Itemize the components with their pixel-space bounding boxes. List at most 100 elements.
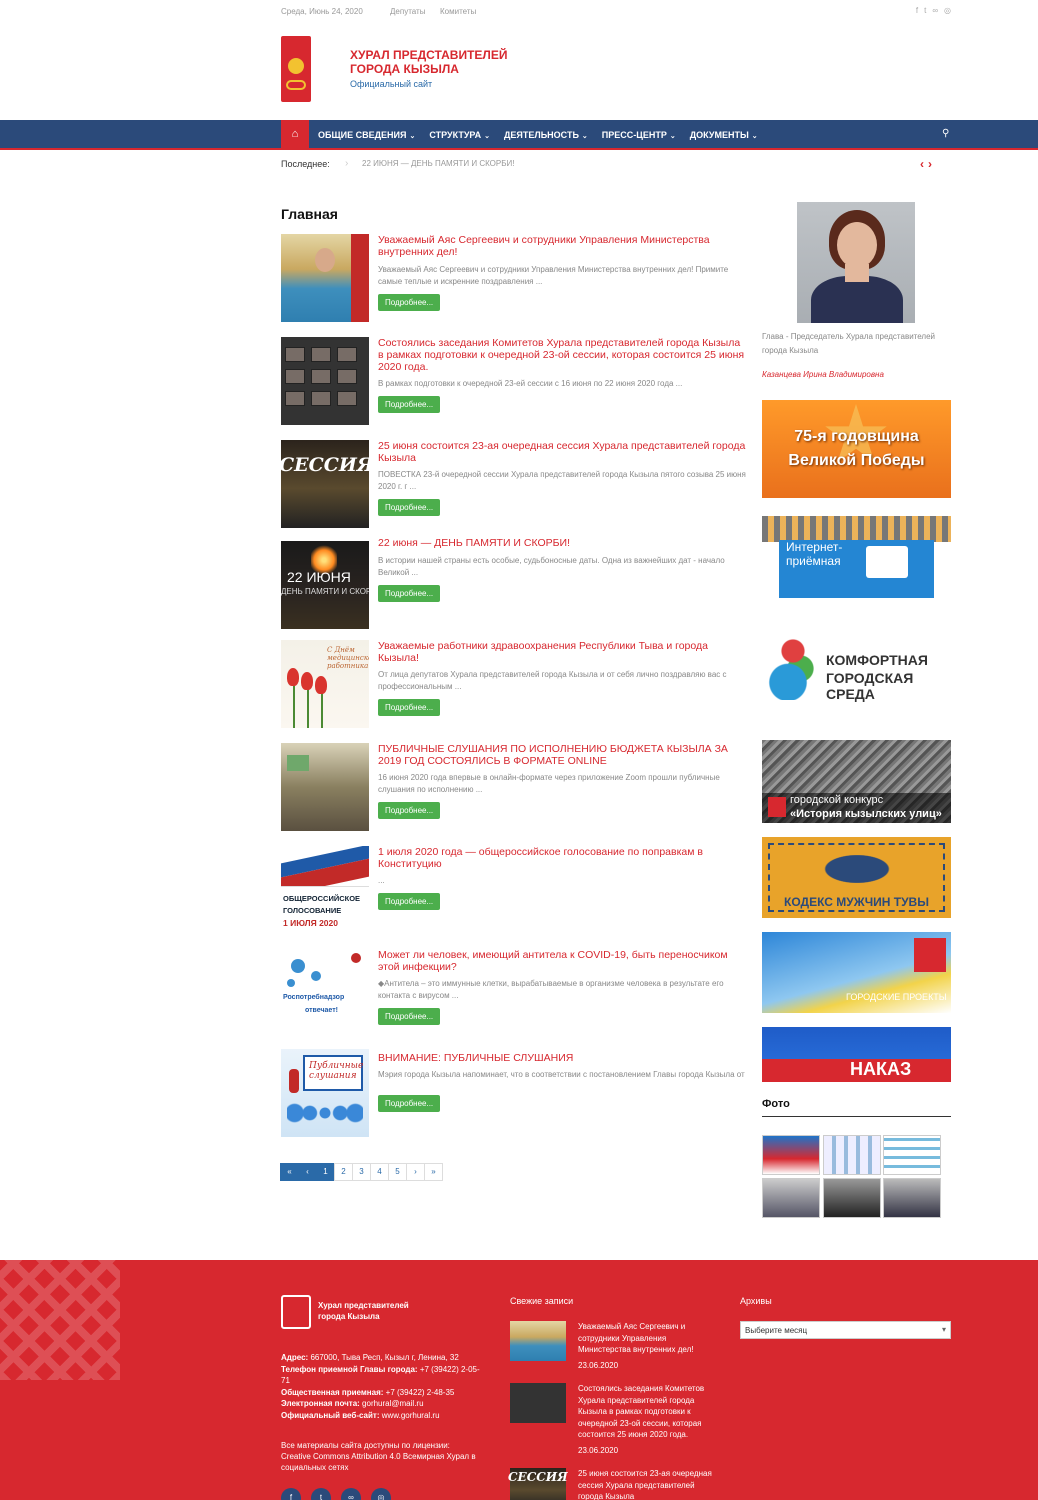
- pager-next[interactable]: ›: [406, 1163, 425, 1181]
- post-excerpt: В истории нашей страны есть особые, судь…: [378, 556, 725, 577]
- post-title[interactable]: Состоялись заседания Комитетов Хурала пр…: [378, 337, 748, 373]
- post-thumbnail[interactable]: [281, 743, 369, 831]
- read-more-button[interactable]: Подробнее...: [378, 294, 441, 311]
- post-thumbnail[interactable]: ОБЩЕРОССИЙСКОЕ ГОЛОСОВАНИЕ 1 ИЮЛЯ 2020: [281, 846, 369, 934]
- pager-page-1[interactable]: 1: [316, 1163, 335, 1181]
- top-link-committees[interactable]: Комитеты: [440, 7, 476, 16]
- banner-victory-75[interactable]: 75-я годовщина Великой Победы: [762, 400, 951, 498]
- post-title[interactable]: 22 июня — ДЕНЬ ПАМЯТИ И СКОРБИ!: [378, 537, 748, 549]
- recent-posts-title: Свежие записи: [510, 1296, 574, 1306]
- post-title[interactable]: ВНИМАНИЕ: ПУБЛИЧНЫЕ СЛУШАНИЯ: [378, 1052, 748, 1064]
- recent-post-title[interactable]: 25 июня состоится 23-ая очередная сессия…: [578, 1468, 718, 1500]
- post-thumbnail[interactable]: [281, 234, 369, 322]
- banner-internet-reception[interactable]: Интернет- приёмная: [762, 516, 951, 598]
- post-thumbnail[interactable]: [281, 337, 369, 425]
- post-excerpt: От лица депутатов Хурала представителей …: [378, 670, 727, 691]
- recent-post-date: 23.06.2020: [578, 1446, 619, 1455]
- ticker-nav[interactable]: ‹›: [920, 157, 936, 171]
- post-excerpt: Уважаемый Аяс Сергеевич и сотрудники Упр…: [378, 265, 729, 286]
- latest-headline[interactable]: 22 ИЮНЯ — ДЕНЬ ПАМЯТИ И СКОРБИ!: [362, 159, 514, 168]
- divider: [762, 1116, 951, 1117]
- top-social-icons: f t ∞ ◎: [916, 6, 951, 15]
- nav-item-press[interactable]: ПРЕСС-ЦЕНТР ⌄: [602, 130, 676, 140]
- nav-item-documents[interactable]: ДОКУМЕНТЫ ⌄: [690, 130, 758, 140]
- gallery-thumb[interactable]: [883, 1135, 941, 1175]
- read-more-button[interactable]: Подробнее...: [378, 499, 441, 516]
- pagination: « ‹ 1 2 3 4 5 › »: [280, 1163, 443, 1181]
- footer-license: Все материалы сайта доступны по лицензии…: [281, 1441, 476, 1472]
- pager-page-4[interactable]: 4: [370, 1163, 389, 1181]
- post-title[interactable]: 25 июня состоится 23-ая очередная сессия…: [378, 440, 748, 464]
- recent-post-thumb[interactable]: [510, 1321, 566, 1361]
- recent-post-thumb[interactable]: [510, 1383, 566, 1423]
- footer-logo[interactable]: [281, 1295, 311, 1329]
- gallery-thumb[interactable]: [762, 1135, 820, 1175]
- banner-street-history[interactable]: городской конкурс «История кызылских ули…: [762, 740, 951, 823]
- pager-first[interactable]: «: [280, 1163, 299, 1181]
- facebook-icon[interactable]: f: [916, 6, 918, 15]
- post-title[interactable]: ПУБЛИЧНЫЕ СЛУШАНИЯ ПО ИСПОЛНЕНИЮ БЮДЖЕТА…: [378, 743, 748, 767]
- read-more-button[interactable]: Подробнее...: [378, 1008, 441, 1025]
- post-item: Роспотребнадзор отвечает! Может ли челове…: [281, 949, 751, 1039]
- archives-title: Архивы: [740, 1296, 772, 1306]
- post-thumbnail[interactable]: С Днём медицинского работника: [281, 640, 369, 728]
- gallery-thumb[interactable]: [823, 1178, 881, 1218]
- chevron-down-icon: ▾: [941, 1325, 946, 1334]
- post-title[interactable]: 1 июля 2020 года — общероссийское голосо…: [378, 846, 748, 870]
- post-item: Публичные слушания ВНИМАНИЕ: ПУБЛИЧНЫЕ С…: [281, 1049, 751, 1139]
- post-item: 22 ИЮНЯДЕНЬ ПАМЯТИ И СКОРБИ 22 июня — ДЕ…: [281, 537, 751, 629]
- facebook-icon[interactable]: f: [281, 1488, 301, 1500]
- site-logo[interactable]: [281, 36, 311, 102]
- head-portrait: [797, 202, 915, 323]
- recent-post-title[interactable]: Уважаемый Аяс Сергеевич и сотрудники Упр…: [578, 1321, 718, 1356]
- archive-month-select[interactable]: Выберите месяц ▾: [740, 1321, 951, 1339]
- banner-city-projects[interactable]: ГОРОДСКИЕ ПРОЕКТЫ: [762, 932, 951, 1013]
- pager-page-5[interactable]: 5: [388, 1163, 407, 1181]
- post-title[interactable]: Может ли человек, имеющий антитела к COV…: [378, 949, 748, 973]
- home-icon[interactable]: ⌂: [281, 120, 309, 150]
- banner-nakaz[interactable]: НАКАЗ: [762, 1027, 951, 1082]
- post-title[interactable]: Уважаемые работники здравоохранения Респ…: [378, 640, 748, 664]
- post-thumbnail[interactable]: Публичные слушания: [281, 1049, 369, 1137]
- banner-tuva-code[interactable]: КОДЕКС МУЖЧИН ТУВЫ: [762, 837, 951, 918]
- pager-prev[interactable]: ‹: [298, 1163, 317, 1181]
- gallery-thumb[interactable]: [823, 1135, 881, 1175]
- pager-page-2[interactable]: 2: [334, 1163, 353, 1181]
- link-icon[interactable]: ∞: [341, 1488, 361, 1500]
- instagram-icon[interactable]: ◎: [371, 1488, 391, 1500]
- read-more-button[interactable]: Подробнее...: [378, 1095, 441, 1112]
- top-link-deputies[interactable]: Депутаты: [390, 7, 425, 16]
- nav-item-activity[interactable]: ДЕЯТЕЛЬНОСТЬ ⌄: [504, 130, 588, 140]
- gallery-thumb[interactable]: [883, 1178, 941, 1218]
- link-icon[interactable]: ∞: [932, 6, 938, 15]
- post-thumbnail[interactable]: Роспотребнадзор отвечает!: [281, 949, 369, 1037]
- read-more-button[interactable]: Подробнее...: [378, 893, 441, 910]
- twitter-icon[interactable]: t: [311, 1488, 331, 1500]
- recent-post-thumb[interactable]: СЕССИЯ: [508, 1468, 568, 1500]
- nav-item-structure[interactable]: СТРУКТУРА ⌄: [429, 130, 490, 140]
- recent-post-title[interactable]: Состоялись заседания Комитетов Хурала пр…: [578, 1383, 718, 1441]
- twitter-icon[interactable]: t: [924, 6, 926, 15]
- post-title[interactable]: Уважаемый Аяс Сергеевич и сотрудники Упр…: [378, 234, 748, 258]
- banner-comfortable-city[interactable]: КОМФОРТНАЯ ГОРОДСКАЯ СРЕДА: [762, 624, 951, 712]
- footer-site[interactable]: www.gorhural.ru: [382, 1411, 440, 1420]
- footer-email[interactable]: gorhural@mail.ru: [362, 1399, 423, 1408]
- head-name: Казанцева Ирина Владимировна: [762, 370, 884, 379]
- instagram-icon[interactable]: ◎: [944, 6, 951, 15]
- chevron-down-icon: ⌄: [581, 133, 588, 140]
- ornament-pattern: [0, 1260, 120, 1380]
- nav-item-general[interactable]: ОБЩИЕ СВЕДЕНИЯ ⌄: [318, 130, 415, 140]
- post-item: СЕССИЯ 25 июня состоится 23-ая очередная…: [281, 440, 751, 530]
- read-more-button[interactable]: Подробнее...: [378, 802, 441, 819]
- read-more-button[interactable]: Подробнее...: [378, 699, 441, 716]
- gallery-thumb[interactable]: [762, 1178, 820, 1218]
- post-thumbnail[interactable]: 22 ИЮНЯДЕНЬ ПАМЯТИ И СКОРБИ: [281, 541, 369, 629]
- read-more-button[interactable]: Подробнее...: [378, 585, 441, 602]
- post-thumbnail[interactable]: СЕССИЯ: [281, 440, 369, 528]
- pager-last[interactable]: »: [424, 1163, 443, 1181]
- portrait-caption: Глава - Председатель Хурала представител…: [762, 332, 936, 355]
- search-icon[interactable]: ⚲: [942, 128, 949, 139]
- site-title[interactable]: ХУРАЛ ПРЕДСТАВИТЕЛЕЙ ГОРОДА КЫЗЫЛА: [350, 48, 530, 76]
- pager-page-3[interactable]: 3: [352, 1163, 371, 1181]
- read-more-button[interactable]: Подробнее...: [378, 396, 441, 413]
